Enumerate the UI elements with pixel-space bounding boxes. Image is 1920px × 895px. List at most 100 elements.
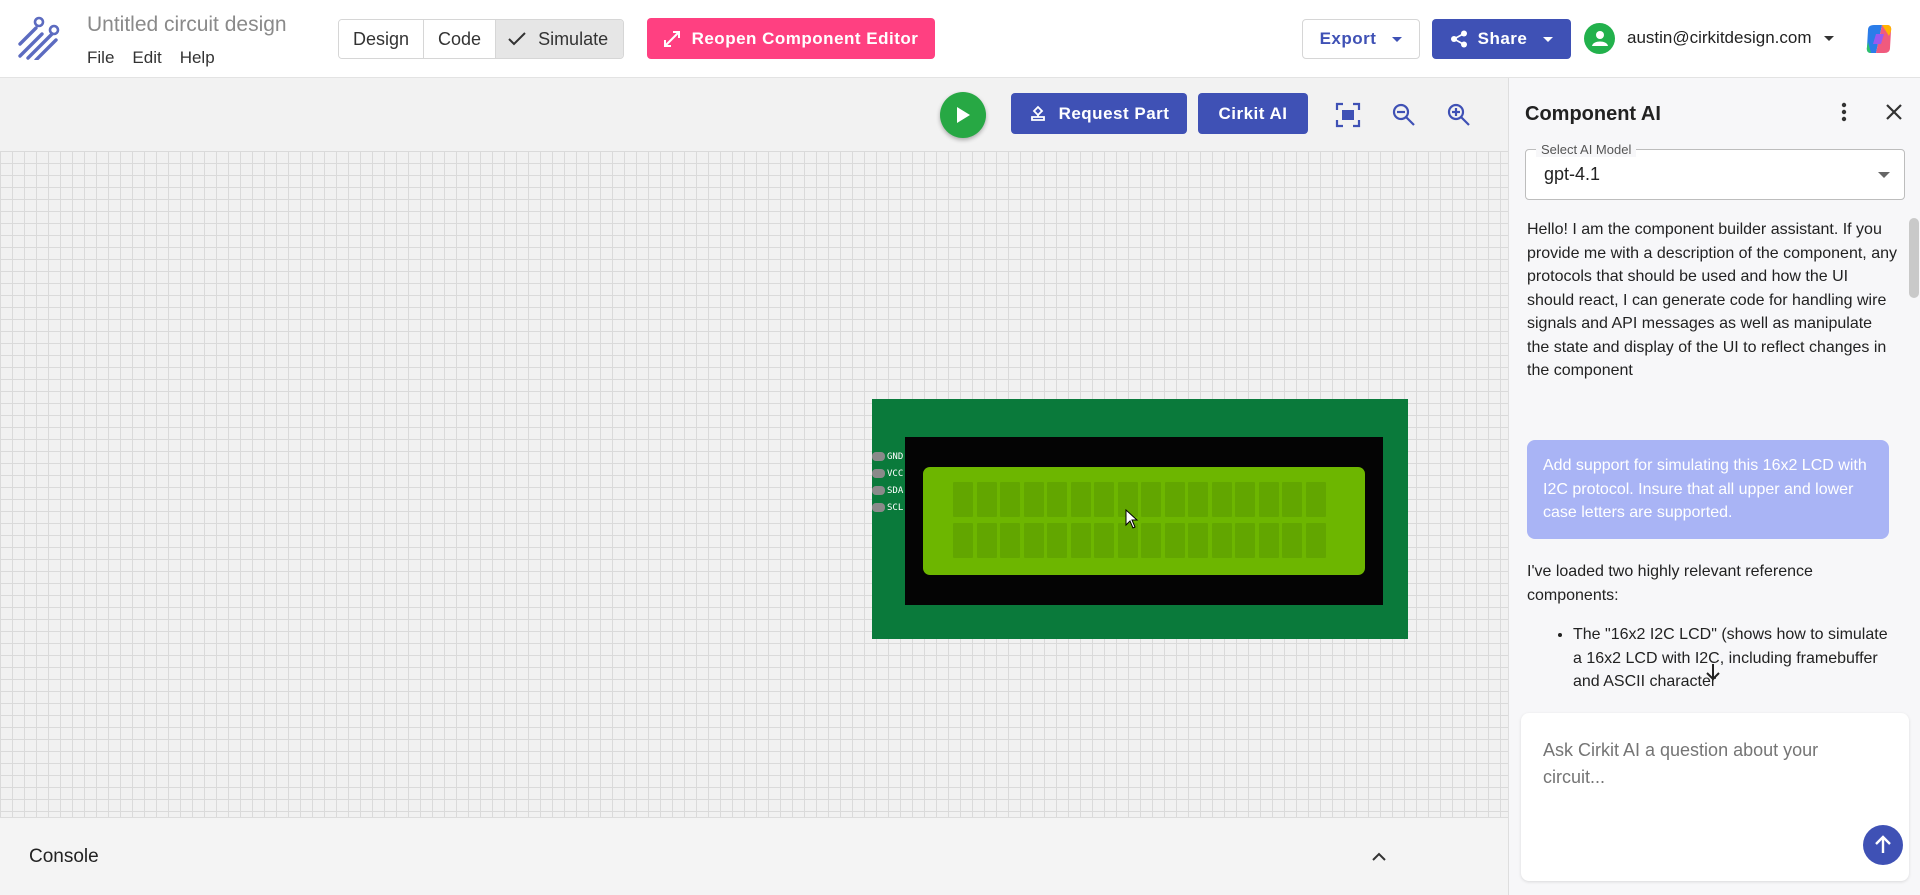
component-ai-panel: Component AI Select AI Model gpt-4.1 Hel… [1508, 78, 1920, 895]
copilot-icon[interactable] [1862, 22, 1896, 56]
lcd-character-cell [1258, 482, 1279, 517]
user-menu[interactable]: austin@cirkitdesign.com [1584, 22, 1834, 54]
lcd-character-cell [1164, 482, 1185, 517]
chevron-down-icon [1392, 36, 1403, 42]
console-panel: Console [0, 817, 1508, 895]
lcd-character-cell [1094, 523, 1114, 558]
code-mode-button[interactable]: Code [424, 20, 497, 58]
request-part-label: Request Part [1058, 103, 1170, 123]
check-icon [508, 32, 526, 46]
account-icon [1584, 22, 1615, 54]
lcd-character-cell [1094, 482, 1114, 517]
lcd-character-cell [1070, 482, 1091, 517]
request-part-button[interactable]: Request Part [1011, 93, 1187, 134]
design-mode-button[interactable]: Design [339, 20, 425, 58]
lcd-character-cell [1282, 523, 1302, 558]
pin-label: GND [887, 451, 904, 462]
pin-scl[interactable]: SCL [872, 499, 903, 516]
top-bar: Untitled circuit design File Edit Help D… [0, 0, 1920, 78]
lcd-character-cell [1258, 523, 1279, 558]
simulate-mode-label: Simulate [538, 28, 609, 49]
lcd-character-cell [1305, 482, 1326, 517]
run-simulation-button[interactable] [940, 92, 986, 138]
code-mode-label: Code [438, 28, 482, 49]
lcd-character-cell [1305, 523, 1326, 558]
stamp-icon [1030, 105, 1045, 121]
lcd-character-cell [1282, 482, 1302, 517]
chevron-down-icon [1823, 35, 1834, 41]
pin-label: VCC [887, 468, 904, 479]
more-vertical-icon[interactable] [1832, 100, 1856, 124]
menu-edit[interactable]: Edit [132, 48, 161, 68]
lcd-character-cell [1023, 523, 1044, 558]
lcd-character-cell [1188, 523, 1208, 558]
simulate-mode-button[interactable]: Simulate [496, 20, 624, 58]
chat-history[interactable]: Hello! I am the component builder assist… [1509, 218, 1920, 708]
document-title[interactable]: Untitled circuit design [87, 13, 287, 37]
chat-input-box [1521, 713, 1909, 881]
design-mode-label: Design [353, 28, 410, 49]
expand-icon [663, 30, 680, 47]
lcd-character-cell [1211, 523, 1232, 558]
chevron-down-icon [1543, 36, 1554, 42]
lcd-character-cell [953, 523, 973, 558]
lcd-16x2-component[interactable]: GND VCC SDA SCL [872, 399, 1408, 639]
reopen-label: Reopen Component Editor [691, 28, 919, 48]
share-label: Share [1477, 29, 1528, 48]
assistant-reply-intro: I've loaded two highly relevant referenc… [1527, 563, 1813, 604]
reopen-component-editor-button[interactable]: Reopen Component Editor [647, 18, 935, 59]
mode-switcher: Design Code Simulate [338, 19, 625, 59]
lcd-character-cell [976, 523, 997, 558]
play-icon [957, 107, 970, 123]
lcd-character-cell [953, 482, 973, 517]
lcd-character-cell [1047, 482, 1067, 517]
lcd-character-cell [1070, 523, 1091, 558]
list-item: The "16x2 I2C LCD" (shows how to simulat… [1573, 623, 1897, 694]
ai-model-select[interactable]: Select AI Model gpt-4.1 [1525, 142, 1905, 200]
user-message: Add support for simulating this 16x2 LCD… [1527, 440, 1889, 539]
close-icon[interactable] [1882, 100, 1906, 124]
chat-input[interactable] [1543, 737, 1843, 791]
mouse-cursor-icon [1125, 509, 1139, 529]
lcd-pin-header: GND VCC SDA SCL [872, 448, 903, 516]
lcd-character-cell [1000, 523, 1020, 558]
export-button[interactable]: Export [1302, 19, 1420, 59]
ai-model-value: gpt-4.1 [1544, 164, 1601, 184]
lcd-character-cell [1023, 482, 1044, 517]
lcd-character-cell [1235, 482, 1255, 517]
lcd-character-cell [1047, 523, 1067, 558]
lcd-character-cell [1164, 523, 1185, 558]
chevron-down-icon [1878, 172, 1890, 178]
menu-file[interactable]: File [87, 48, 114, 68]
pin-label: SCL [887, 502, 904, 513]
zoom-out-icon[interactable] [1391, 102, 1417, 128]
lcd-screen [923, 467, 1365, 575]
lcd-character-cell [1141, 482, 1161, 517]
lcd-character-cell [1000, 482, 1020, 517]
pin-label: SDA [887, 485, 904, 496]
user-email: austin@cirkitdesign.com [1627, 28, 1812, 47]
pin-vcc[interactable]: VCC [872, 465, 903, 482]
lcd-character-grid [953, 482, 1326, 558]
menu-help[interactable]: Help [180, 48, 215, 68]
lcd-character-cell [1235, 523, 1255, 558]
chat-scrollbar[interactable] [1909, 218, 1919, 298]
assistant-message: Hello! I am the component builder assist… [1527, 221, 1897, 379]
cirkit-ai-button[interactable]: Cirkit AI [1198, 93, 1308, 134]
pin-sda[interactable]: SDA [872, 482, 903, 499]
chevron-up-icon[interactable] [1368, 846, 1390, 868]
panel-title: Component AI [1525, 103, 1661, 125]
share-button[interactable]: Share [1432, 19, 1571, 59]
zoom-in-icon[interactable] [1446, 102, 1472, 128]
pin-gnd[interactable]: GND [872, 448, 903, 465]
cirkit-logo-icon[interactable] [16, 16, 60, 60]
menu-bar: File Edit Help [87, 48, 215, 68]
lcd-bezel [905, 437, 1383, 605]
arrow-down-icon[interactable] [1701, 660, 1725, 684]
fit-screen-icon[interactable] [1335, 102, 1361, 128]
arrow-up-icon [1875, 835, 1891, 853]
circuit-canvas[interactable]: Request Part Cirkit AI GND VCC SDA SCL [0, 78, 1508, 817]
cirkit-ai-label: Cirkit AI [1218, 103, 1288, 123]
send-button[interactable] [1863, 825, 1903, 865]
lcd-character-cell [1211, 482, 1232, 517]
